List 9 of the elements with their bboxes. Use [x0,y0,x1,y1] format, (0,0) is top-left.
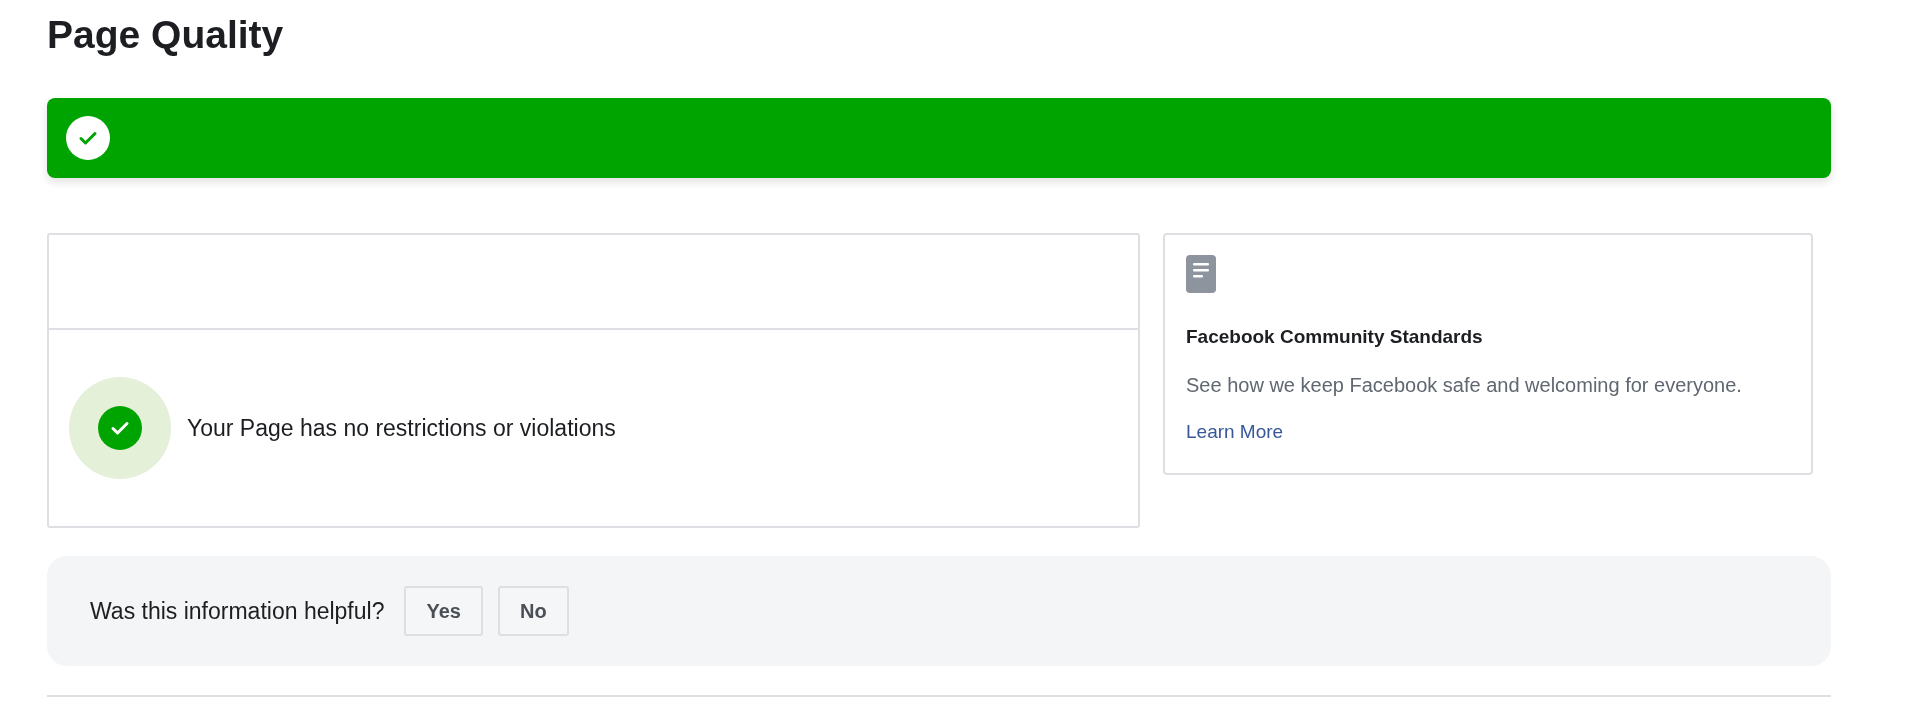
feedback-button[interactable]: No [497,586,569,636]
resource-title: Facebook Community Standards [1186,325,1483,349]
resource-description: See how we keep Facebook safe and welcoming for everyone. [1186,372,1742,398]
feedback-question: Was this information helpful? [90,596,385,626]
status-message: Your Page has no restrictions or violations [187,413,616,443]
document-icon [1186,255,1216,293]
learn-more-link[interactable]: Learn More [1186,417,1284,446]
feedback-button[interactable]: Yes [404,586,483,636]
page-title: Page Quality [47,12,284,58]
